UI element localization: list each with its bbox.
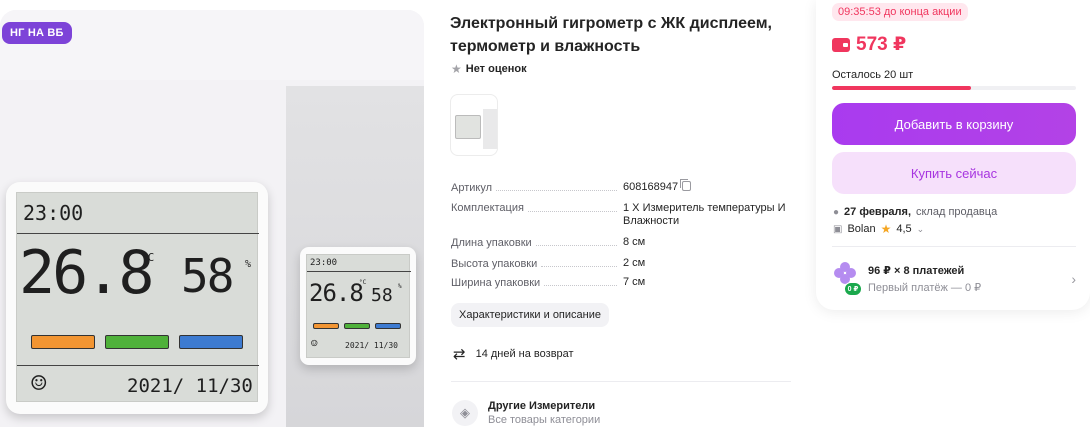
category-subtitle: Все товары категории [488,414,601,426]
lcd-time-small: 23:00 [310,258,338,268]
gallery-thumbnail[interactable] [450,94,498,156]
rating-text: Нет оценок [465,63,527,75]
delivery-date: 27 февраля, [844,206,911,218]
category-icon: ◈ [452,400,478,426]
smiley-icon-small: ☺ [311,337,318,350]
lcd-date-small: 2021/ 11/30 [345,341,398,350]
comfort-bar-orange-small [313,323,339,329]
stock-progress [832,86,1076,90]
copy-icon[interactable] [680,179,692,191]
product-gallery[interactable]: 23:00 26.8 °C 58 % ☺ 2021/ 11/30 23:00 2… [0,10,424,427]
wallet-icon [832,37,850,52]
spec-key: Длина упаковки [451,237,532,249]
spec-key: Ширина упаковки [451,277,541,289]
stock-progress-fill [832,86,972,90]
comfort-bar-blue-small [375,323,401,329]
spec-value: 7 см [623,276,646,288]
lcd-humidity-unit-small: % [398,283,402,290]
lcd-humidity-small: 58 [371,285,393,306]
lcd-divider-small [307,271,411,272]
price-value: 573 ₽ [856,34,907,55]
buy-now-button[interactable]: Купить сейчас [832,152,1076,194]
lcd-screen: 23:00 26.8 °C 58 % ☺ 2021/ 11/30 [16,192,259,402]
gallery-top-band [0,10,424,80]
description-button[interactable]: Характеристики и описание [451,303,609,327]
smiley-icon: ☺ [31,369,47,399]
comfort-bar-green [105,335,169,349]
lcd-temp-unit: °C [141,251,155,264]
chevron-right-icon: › [1071,271,1076,287]
lcd-divider-bottom [17,365,259,366]
lcd-time: 23:00 [23,201,84,225]
section-divider [451,381,791,382]
star-icon: ★ [451,62,462,76]
lcd-date: 2021/ 11/30 [127,375,253,397]
delivery-place: склад продавца [916,206,998,218]
seller-info[interactable]: ▣ Bolan ★ 4,5 ⌄ [833,222,924,236]
return-arrows-icon: ⇄ [453,346,466,363]
spec-value-article[interactable]: 608168947 [623,181,678,193]
returns-info[interactable]: ⇄ 14 дней на возврат [453,345,574,363]
hygrometer-small-image: 23:00 26.8 °C 58 % ☺ 2021/ 11/30 [300,247,416,365]
add-to-cart-button[interactable]: Добавить в корзину [832,103,1076,145]
promo-badge: НГ НА ВБ [2,22,72,44]
thumbnail-device-side [483,109,497,149]
truck-icon: ● [833,206,840,218]
comfort-bar-green-small [344,323,370,329]
seller-rating: 4,5 [896,223,912,235]
spec-key: Высота упаковки [451,258,538,270]
star-icon: ★ [880,222,892,236]
comfort-bar-orange [31,335,95,349]
lcd-humidity: 58 [181,249,234,303]
installment-offer[interactable]: 0 ₽ 96 ₽ × 8 платежей Первый платёж — 0 … [832,262,1076,296]
installment-title: 96 ₽ × 8 платежей [868,265,965,277]
lcd-temperature: 26.8 [19,238,154,308]
category-link[interactable]: ◈ Другие Измерители Все товары категории [452,400,600,426]
delivery-info: ● 27 февраля, склад продавца [833,206,997,218]
lcd-humidity-unit: % [245,259,252,270]
lcd-temp-unit-small: °C [359,279,367,286]
lcd-screen-small: 23:00 26.8 °C 58 % ☺ 2021/ 11/30 [306,254,411,358]
spec-row: Высота упаковки 2 см [451,257,791,270]
installment-subtitle: Первый платёж — 0 ₽ [868,282,982,294]
spec-row: Длина упаковки 8 см [451,236,791,249]
comfort-bar-blue [179,335,243,349]
spec-value: 8 см [623,236,646,248]
spec-value: 1 Х Измеритель температуры И Влажности [623,202,786,227]
installment-icon: 0 ₽ [832,262,862,296]
card-divider [832,246,1076,247]
lcd-divider [17,233,259,234]
spec-key: Комплектация [451,202,524,214]
hygrometer-large-image: 23:00 26.8 °C 58 % ☺ 2021/ 11/30 [6,182,268,414]
zero-badge: 0 ₽ [844,282,862,296]
spec-row: Артикул 608168947 [451,179,791,194]
spec-value: 2 см [623,257,646,269]
spec-key: Артикул [451,182,493,194]
promo-timer: 09:35:53 до конца акции [832,3,968,21]
chevron-down-icon[interactable]: ⌄ [917,224,925,235]
returns-text: 14 дней на возврат [475,348,574,360]
seller-name[interactable]: Bolan [847,223,875,235]
spec-row: Комплектация 1 Х Измеритель температуры … [451,202,791,228]
thumbnail-device [455,115,481,139]
stock-left: Осталось 20 шт [832,69,914,81]
product-title: Электронный гигрометр с ЖК дисплеем, тер… [450,15,772,55]
shop-icon: ▣ [833,223,843,235]
price: 573 ₽ [832,33,906,56]
category-title: Другие Измерители [488,400,596,412]
product-rating[interactable]: ★ Нет оценок [451,62,527,76]
lcd-temperature-small: 26.8 [309,279,364,307]
spec-row: Ширина упаковки 7 см [451,276,791,289]
